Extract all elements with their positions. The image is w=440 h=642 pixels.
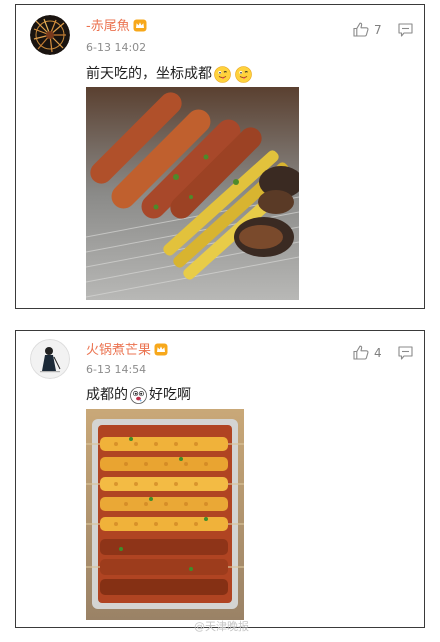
user-avatar[interactable]	[30, 15, 70, 55]
comment-icon[interactable]	[398, 23, 413, 37]
comment-text-before: 成都的	[86, 387, 128, 403]
thumbs-up-icon	[353, 345, 369, 360]
comment-text: 前天吃的，坐标成都	[86, 64, 254, 84]
comment-card: -赤尾魚 6-13 14:02 7 前天吃的，坐标成都	[15, 4, 425, 309]
crown-icon	[133, 19, 147, 32]
comment-text: 成都的 好吃啊	[86, 385, 191, 405]
thumbs-up-icon	[353, 22, 369, 37]
comment-icon[interactable]	[398, 346, 413, 360]
like-count: 4	[374, 345, 382, 360]
username[interactable]: 火锅煮芒果	[86, 343, 168, 359]
timestamp: 6-13 14:02	[86, 41, 147, 54]
username[interactable]: -赤尾魚	[86, 19, 147, 35]
like-button[interactable]: 7	[353, 22, 382, 37]
watermark: @天津晚报	[194, 620, 249, 633]
comment-text-body: 前天吃的，坐标成都	[86, 66, 212, 82]
comment-text-after: 好吃啊	[149, 387, 191, 403]
username-text[interactable]: 火锅煮芒果	[86, 343, 151, 358]
crown-icon	[154, 343, 168, 356]
username-text[interactable]: -赤尾魚	[86, 19, 130, 34]
post-photo[interactable]	[86, 87, 299, 300]
tongue-out-emoji	[235, 65, 252, 83]
comment-card: 火锅煮芒果 6-13 14:54 4 成都的 好吃啊	[15, 330, 425, 628]
drooling-emoji	[130, 386, 147, 404]
user-avatar[interactable]	[30, 339, 70, 379]
tongue-out-emoji	[214, 65, 231, 83]
timestamp: 6-13 14:54	[86, 363, 147, 376]
like-button[interactable]: 4	[353, 345, 382, 360]
post-photo[interactable]	[86, 409, 244, 620]
like-count: 7	[374, 22, 382, 37]
